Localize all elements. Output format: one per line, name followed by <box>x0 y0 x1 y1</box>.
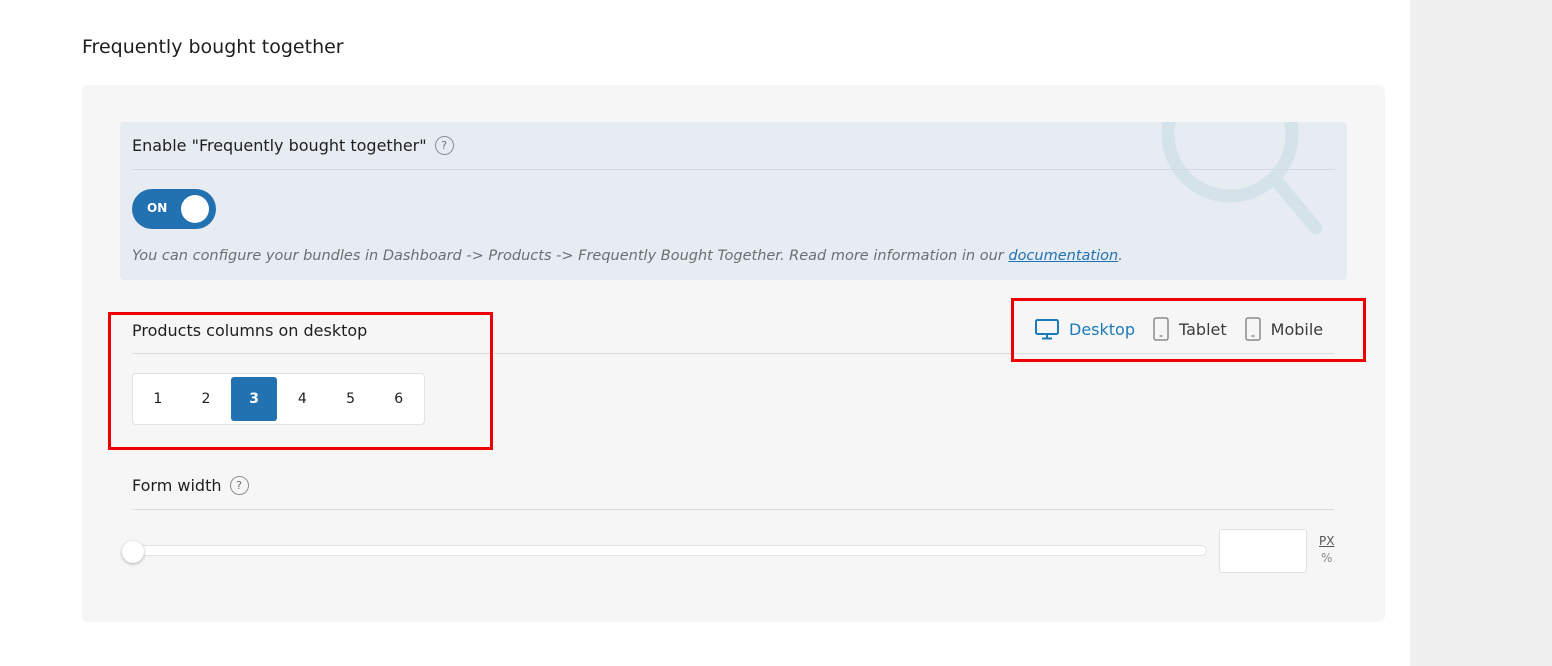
highlight-box-devices <box>1011 298 1366 362</box>
unit-percent[interactable]: % <box>1321 551 1332 565</box>
toggle-label: ON <box>147 201 168 215</box>
settings-panel: Enable "Frequently bought together" ? ON… <box>82 85 1385 622</box>
enable-toggle[interactable]: ON <box>132 189 216 229</box>
highlight-box-columns <box>108 312 493 450</box>
toggle-knob <box>181 195 209 223</box>
form-width-slider-handle[interactable] <box>122 541 144 563</box>
form-width-heading: Form width ? <box>132 476 249 495</box>
help-icon[interactable]: ? <box>229 476 249 495</box>
enable-description-text: You can configure your bundles in Dashbo… <box>132 248 1009 264</box>
enable-section: Enable "Frequently bought together" ? ON… <box>120 122 1347 280</box>
divider <box>132 509 1334 510</box>
form-width-input[interactable] <box>1219 529 1307 573</box>
help-icon[interactable]: ? <box>434 136 454 155</box>
form-width-slider-track[interactable] <box>132 545 1207 556</box>
page-title: Frequently bought together <box>82 36 344 58</box>
magnifier-icon <box>1161 122 1323 235</box>
enable-description-end: . <box>1118 248 1123 264</box>
enable-description: You can configure your bundles in Dashbo… <box>132 248 1123 264</box>
right-gutter <box>1410 0 1552 666</box>
enable-label: Enable "Frequently bought together" <box>132 136 427 155</box>
unit-px[interactable]: PX <box>1319 534 1334 548</box>
divider <box>132 169 1335 170</box>
form-width-label: Form width <box>132 476 222 495</box>
documentation-link[interactable]: documentation <box>1008 248 1118 264</box>
enable-heading: Enable "Frequently bought together" ? <box>132 136 454 155</box>
